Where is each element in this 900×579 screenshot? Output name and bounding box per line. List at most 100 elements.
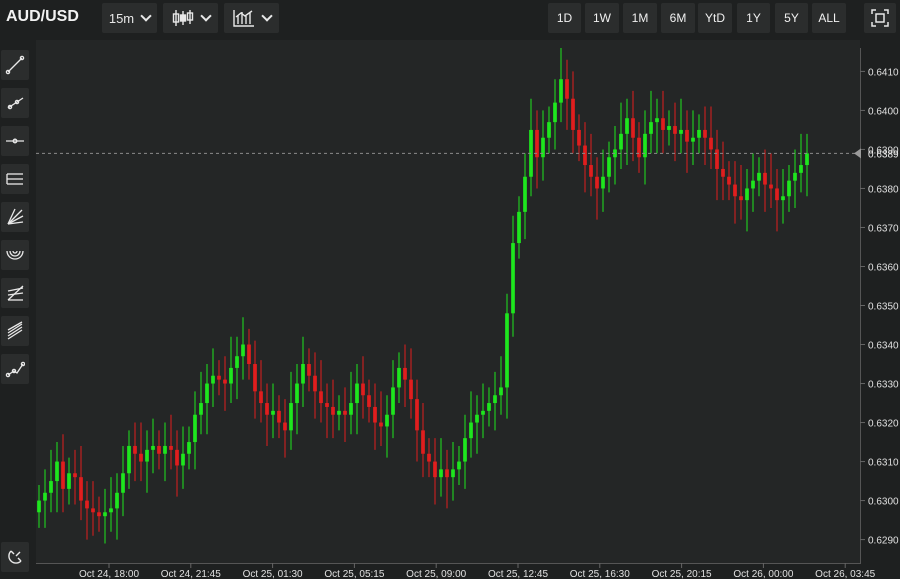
candle-body: [445, 469, 449, 478]
y-tick-label: 0.6380: [868, 184, 899, 195]
candle-body: [739, 196, 743, 201]
candle-body: [607, 157, 611, 177]
candle-body: [565, 79, 569, 99]
candle-body: [307, 364, 311, 376]
y-tick-label: 0.6340: [868, 341, 899, 352]
candle-body: [271, 410, 275, 415]
candle-body: [157, 445, 161, 454]
x-tick-label: Oct 24, 21:45: [161, 569, 221, 579]
candle-body: [499, 387, 503, 396]
candle-body: [79, 477, 83, 501]
candle-body: [475, 414, 479, 423]
candle-body: [355, 383, 359, 404]
x-tick-label: Oct 25, 01:30: [243, 569, 303, 579]
x-tick-label: Oct 24, 18:00: [79, 569, 139, 579]
candle-body: [685, 129, 689, 142]
candle-body: [559, 79, 563, 103]
candle-body: [421, 430, 425, 454]
x-tick-label: Oct 25, 12:45: [488, 569, 548, 579]
candle-body: [781, 196, 785, 201]
candle-body: [241, 344, 245, 357]
candle-body: [481, 410, 485, 415]
candle-body: [151, 445, 155, 450]
candle-body: [139, 453, 143, 462]
candle-body: [631, 118, 635, 138]
candle-body: [97, 512, 101, 517]
candle-body: [121, 473, 125, 493]
candle-body: [667, 126, 671, 130]
candle-body: [697, 129, 701, 138]
candle-body: [727, 176, 731, 185]
candle-body: [259, 391, 263, 404]
candle-body: [319, 391, 323, 404]
last-price-label: 0.6389: [868, 149, 899, 160]
candle-body: [709, 137, 713, 150]
candle-body: [721, 168, 725, 177]
candle-body: [367, 395, 371, 407]
candle-body: [193, 414, 197, 443]
candle-body: [331, 406, 335, 415]
candle-body: [691, 137, 695, 142]
candle-body: [283, 422, 287, 431]
candle-body: [601, 176, 605, 189]
y-tick-label: 0.6410: [868, 67, 899, 78]
candle-body: [49, 481, 53, 493]
y-tick-label: 0.6370: [868, 223, 899, 234]
y-tick-label: 0.6320: [868, 419, 899, 430]
candle-body: [439, 469, 443, 478]
candle-body: [505, 313, 509, 388]
candle-body: [343, 410, 347, 415]
candle-body: [127, 445, 131, 474]
candle-body: [385, 414, 389, 427]
candlestick-chart: 0.6290 0.6300 0.6310 0.6320 0.6330 0.6340 0.63…: [36, 48, 899, 579]
candle-body: [265, 403, 269, 415]
candle-body: [577, 129, 581, 146]
candle-body: [391, 387, 395, 415]
candle-body: [163, 445, 167, 454]
candle-body: [427, 453, 431, 462]
x-tick-label: Oct 25, 05:15: [324, 569, 384, 579]
candle-body: [181, 453, 185, 466]
candle-body: [547, 122, 551, 138]
candle-body: [745, 188, 749, 201]
candle-body: [133, 445, 137, 454]
candle-body: [433, 461, 437, 478]
x-tick-label: Oct 26, 00:00: [733, 569, 793, 579]
candle-body: [247, 344, 251, 365]
candle-body: [415, 399, 419, 431]
candle-body: [229, 367, 233, 384]
candle-body: [625, 118, 629, 134]
candle-body: [805, 153, 809, 166]
candle-body: [253, 364, 257, 392]
candle-body: [409, 379, 413, 400]
candle-body: [733, 184, 737, 197]
candle-body: [277, 410, 281, 423]
candle-body: [217, 375, 221, 380]
candle-body: [763, 172, 767, 185]
x-tick-label: Oct 25, 20:15: [652, 569, 712, 579]
candle-body: [493, 395, 497, 404]
candle-body: [223, 379, 227, 384]
candle-body: [787, 180, 791, 197]
candle-body: [541, 137, 545, 158]
y-tick-label: 0.6350: [868, 302, 899, 313]
y-tick-label: 0.6400: [868, 106, 899, 117]
candle-body: [67, 473, 71, 489]
last-price-marker: [854, 148, 861, 159]
candle-body: [145, 449, 149, 462]
candle-body: [775, 188, 779, 201]
candle-body: [211, 375, 215, 384]
candle-body: [463, 438, 467, 462]
candle-body: [313, 375, 317, 392]
candle-body: [187, 442, 191, 454]
candle-body: [673, 126, 677, 134]
candle-body: [523, 176, 527, 212]
candle-body: [649, 122, 653, 134]
candle-body: [703, 129, 707, 138]
candle-body: [175, 449, 179, 466]
candle-body: [61, 461, 65, 489]
candle-body: [715, 149, 719, 169]
y-tick-label: 0.6290: [868, 536, 899, 547]
y-tick-label: 0.6330: [868, 380, 899, 391]
candle-body: [769, 184, 773, 189]
